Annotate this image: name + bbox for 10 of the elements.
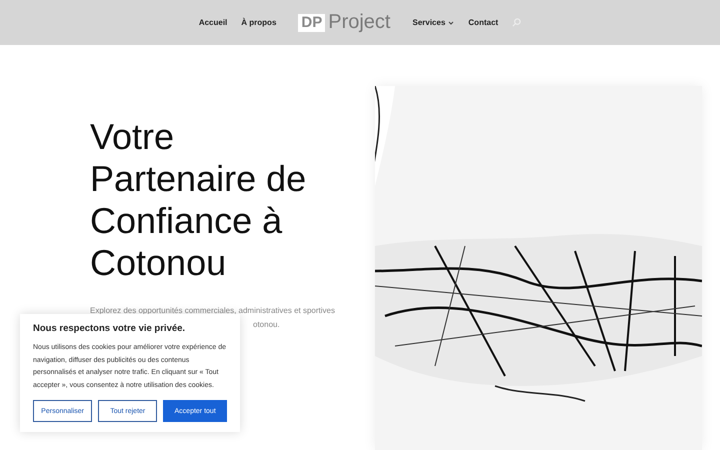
banner-title: Nous respectons votre vie privée. — [33, 323, 186, 334]
nav-link[interactable]: Accueil — [198, 18, 228, 27]
hero-heading: Votre Partenaire de Confiance à Cotonou — [90, 116, 308, 284]
nav-link[interactable]: Contact — [468, 18, 498, 27]
intro-text: Explorez des opportunités commerciales, administratives et sportives — [90, 305, 336, 317]
nav-link[interactable]: Services — [412, 18, 454, 27]
nav-link[interactable]: À propos — [241, 18, 276, 27]
chevron-icon — [448, 20, 454, 24]
intro-text: otonou. — [253, 319, 280, 331]
search-icon[interactable] — [512, 18, 522, 27]
